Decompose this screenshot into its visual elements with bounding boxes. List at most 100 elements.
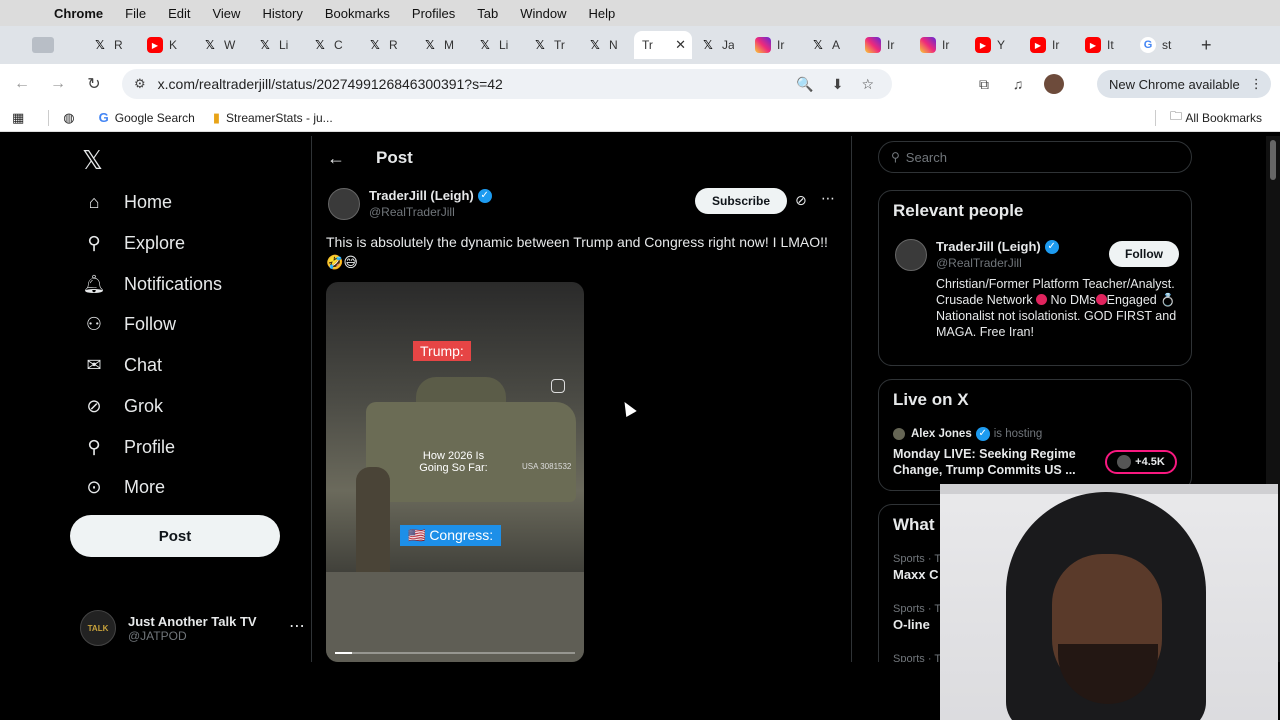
bookmark-star-icon[interactable]: ☆ <box>861 76 874 93</box>
subscribe-button[interactable]: Subscribe <box>695 188 787 214</box>
site-info-icon[interactable]: ⚙ <box>134 76 146 92</box>
tab-group-window[interactable] <box>24 31 84 59</box>
address-bar[interactable]: ⚙ x.com/realtraderjill/status/2027499126… <box>122 69 892 99</box>
nav-home[interactable]: ⌂ Home <box>82 192 172 213</box>
url-text[interactable]: x.com/realtraderjill/status/202749912684… <box>158 76 797 92</box>
post-video[interactable]: Trump: How 2026 Is Going So Far: USA 308… <box>326 282 584 662</box>
menu-tab[interactable]: Tab <box>477 6 498 21</box>
instagram-icon <box>920 37 936 53</box>
avatar: TALK <box>80 610 116 646</box>
menu-profiles[interactable]: Profiles <box>412 6 455 21</box>
close-tab-icon[interactable]: ✕ <box>675 37 686 53</box>
globe-icon[interactable]: ◍ <box>63 110 80 126</box>
nav-chat[interactable]: ✉ Chat <box>82 355 162 376</box>
browser-tab[interactable]: 𝕏R <box>84 31 139 59</box>
live-show-title[interactable]: Monday LIVE: Seeking Regime Change, Trum… <box>893 446 1098 478</box>
follow-button[interactable]: Follow <box>1109 241 1179 267</box>
relevant-people-card: Relevant people TraderJill (Leigh) ✓ @Rea… <box>878 190 1192 366</box>
browser-tab[interactable]: ▶ Y <box>967 31 1022 59</box>
nav-grok[interactable]: ⊘ Grok <box>82 396 163 417</box>
google-icon: G <box>1140 37 1156 53</box>
browser-tab[interactable]: Ir <box>747 31 802 59</box>
account-switcher[interactable]: TALK Just Another Talk TV @JATPOD ⋯ <box>80 608 305 648</box>
tab-search-icon[interactable]: ⧉ <box>970 76 998 93</box>
x-logo-icon[interactable]: 𝕏 <box>82 146 103 176</box>
menu-bookmarks[interactable]: Bookmarks <box>325 6 390 21</box>
zoom-icon[interactable]: 🔍 <box>796 76 813 93</box>
browser-tab[interactable]: ▶ It <box>1077 31 1132 59</box>
tab-title: M <box>444 38 454 52</box>
menu-help[interactable]: Help <box>589 6 616 21</box>
live-host-row[interactable]: Alex Jones ✓ is hosting <box>893 427 1042 441</box>
browser-tab[interactable]: 𝕏A <box>802 31 857 59</box>
browser-tab[interactable]: Gst <box>1132 31 1187 59</box>
media-controls-icon[interactable]: ♫ <box>1004 76 1032 92</box>
browser-tab[interactable]: ▶ Ir <box>1022 31 1077 59</box>
live-listener-count[interactable]: +4.5K <box>1105 450 1177 474</box>
bookmark-streamerstats[interactable]: ▮ StreamerStats - ju... <box>213 110 333 126</box>
author-avatar[interactable] <box>328 188 360 220</box>
trend-item[interactable]: Sports · T O-line <box>893 603 941 632</box>
new-chrome-available-button[interactable]: New Chrome available ⋮ <box>1097 70 1271 98</box>
browser-tab[interactable]: 𝕏R <box>359 31 414 59</box>
browser-tab[interactable]: 𝕏 Li <box>469 31 524 59</box>
browser-tab-active[interactable]: Tr ✕ <box>634 31 692 59</box>
trend-item[interactable]: Sports · T Maxx C <box>893 553 941 582</box>
nav-follow[interactable]: ⚇ Follow <box>82 314 176 335</box>
browser-tab[interactable]: 𝕏W <box>194 31 249 59</box>
menu-edit[interactable]: Edit <box>168 6 190 21</box>
menu-file[interactable]: File <box>125 6 146 21</box>
trend-item[interactable]: Sports · T <box>893 653 941 662</box>
menu-window[interactable]: Window <box>520 6 566 21</box>
trend-category: Sports · T <box>893 603 942 615</box>
apps-grid-icon[interactable]: ▦ <box>12 110 30 126</box>
all-bookmarks[interactable]: 🗀 All Bookmarks <box>1154 107 1262 128</box>
back-arrow-icon[interactable]: ← <box>4 75 40 93</box>
more-dots-icon[interactable]: ⋯ <box>821 190 835 207</box>
window-icon <box>32 37 54 53</box>
menu-app-name[interactable]: Chrome <box>54 6 103 21</box>
nav-profile[interactable]: ⚲ Profile <box>82 437 175 458</box>
forward-arrow-icon[interactable]: → <box>40 75 76 93</box>
browser-tab[interactable]: 𝕏M <box>414 31 469 59</box>
grok-icon[interactable]: ⊘ <box>795 192 807 209</box>
menu-view[interactable]: View <box>212 6 240 21</box>
verified-badge-icon: ✓ <box>477 188 492 203</box>
browser-tab[interactable]: Ir <box>912 31 967 59</box>
browser-tab[interactable]: Ir <box>857 31 912 59</box>
author-handle[interactable]: @RealTraderJill <box>369 205 455 219</box>
page-title: Post <box>376 148 413 167</box>
nav-notifications[interactable]: 🔔︎ Notifications <box>82 274 222 295</box>
post-button[interactable]: Post <box>70 515 280 557</box>
menu-history[interactable]: History <box>262 6 302 21</box>
new-chrome-label: New Chrome available <box>1109 76 1240 92</box>
instagram-icon <box>865 37 881 53</box>
profile-avatar[interactable] <box>1044 74 1064 94</box>
nav-more[interactable]: ⊙ More <box>82 477 165 498</box>
rp-name-row[interactable]: TraderJill (Leigh) ✓ <box>936 239 1059 254</box>
browser-tab[interactable]: 𝕏N <box>579 31 634 59</box>
nav-explore[interactable]: ⚲ Explore <box>82 233 185 254</box>
browser-tab[interactable]: 𝕏 Li <box>249 31 304 59</box>
grok-icon: ⊘ <box>86 396 102 416</box>
x-logo-icon: 𝕏 <box>425 38 435 52</box>
back-arrow-icon[interactable]: ← <box>327 148 345 169</box>
browser-tab[interactable]: ▶ K <box>139 31 194 59</box>
browser-tab[interactable]: 𝕏C <box>304 31 359 59</box>
browser-tab[interactable]: 𝕏 Tr <box>524 31 579 59</box>
new-tab-button[interactable]: + <box>1201 35 1212 56</box>
search-input[interactable]: ⚲ Search <box>878 141 1192 173</box>
bookmark-google-search[interactable]: G Google Search <box>99 110 195 125</box>
account-name: Just Another Talk TV <box>128 613 257 629</box>
author-name-row[interactable]: TraderJill (Leigh) ✓ <box>369 188 492 203</box>
browser-tab[interactable]: 𝕏 Ja <box>692 31 747 59</box>
scrollbar-thumb[interactable] <box>1270 140 1276 180</box>
x-logo-icon: 𝕏 <box>480 38 490 52</box>
reload-icon[interactable]: ↻ <box>76 74 112 94</box>
more-dots-icon[interactable]: ⋯ <box>289 616 305 636</box>
install-app-icon[interactable]: ⬇ <box>832 76 844 93</box>
avatar[interactable] <box>895 239 927 271</box>
rp-handle[interactable]: @RealTraderJill <box>936 256 1022 270</box>
bio-text: No DMs <box>1047 293 1096 307</box>
video-progress-bar[interactable] <box>335 652 575 654</box>
